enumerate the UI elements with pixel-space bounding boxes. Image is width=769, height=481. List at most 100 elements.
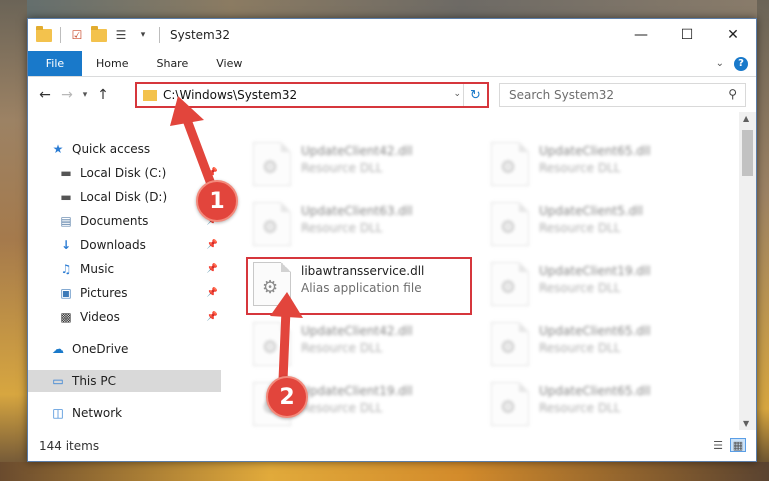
music-icon: ♫ [60, 262, 72, 276]
file-type: Resource DLL [301, 341, 383, 355]
item-count: 144 items [39, 438, 100, 453]
tiles-view-icon[interactable]: ▦ [730, 438, 746, 452]
file-explorer-window: ☑ ☰ ▾ System32 — ☐ ✕ File Home Share Vie… [27, 18, 757, 462]
sidebar-item-quick-access[interactable]: ★ Quick access [28, 138, 220, 160]
back-arrow-icon[interactable]: ← [34, 87, 56, 103]
sidebar-item-downloads[interactable]: ↓ Downloads 📌 [28, 234, 220, 256]
file-type: Resource DLL [539, 221, 621, 235]
up-arrow-icon[interactable]: ↑ [92, 87, 114, 103]
refresh-icon[interactable]: ↻ [463, 84, 487, 106]
pin-icon[interactable]: 📌 [207, 240, 218, 250]
sidebar-item-documents[interactable]: ▤ Documents 📌 [28, 210, 220, 232]
onedrive-icon: ☁ [52, 342, 64, 356]
tab-share[interactable]: Share [142, 51, 202, 76]
dll-file-icon: ⚙ [491, 142, 529, 186]
sidebar-item-local-disk-d[interactable]: ▬ Local Disk (D:) [28, 186, 220, 208]
tab-home[interactable]: Home [82, 51, 142, 76]
drive-icon: ▬ [60, 190, 72, 204]
sidebar-item-pictures[interactable]: ▣ Pictures 📌 [28, 282, 220, 304]
sidebar-item-label: Music [80, 262, 115, 276]
window-title: System32 [170, 28, 231, 42]
sidebar-item-label: OneDrive [72, 342, 129, 356]
scroll-thumb[interactable] [742, 130, 753, 176]
search-icon[interactable]: ⚲ [728, 87, 737, 101]
star-icon: ★ [52, 142, 64, 156]
expand-ribbon-icon[interactable]: ⌄ [716, 58, 724, 69]
dll-file-icon: ⚙ [491, 382, 529, 426]
file-item[interactable]: ⚙ UpdateClient42.dll Resource DLL [249, 140, 479, 190]
tab-view[interactable]: View [202, 51, 256, 76]
sidebar-item-videos[interactable]: ▩ Videos 📌 [28, 306, 220, 328]
file-name: UpdateClient42.dll [301, 324, 413, 338]
toolbar-dropdown-icon[interactable]: ▾ [135, 27, 151, 43]
scroll-down-icon[interactable]: ▼ [743, 419, 749, 428]
minimize-button[interactable]: — [618, 19, 664, 51]
file-name: UpdateClient65.dll [539, 384, 651, 398]
pin-icon[interactable]: 📌 [207, 264, 218, 274]
desktop-background-bottom [0, 462, 769, 481]
close-button[interactable]: ✕ [710, 19, 756, 51]
file-name: UpdateClient63.dll [301, 204, 413, 218]
search-input[interactable]: Search System32 ⚲ [499, 83, 746, 107]
toolbar-separator [60, 27, 61, 43]
file-item[interactable]: ⚙ UpdateClient65.dll Resource DLL [487, 140, 717, 190]
sidebar-item-this-pc[interactable]: ▭ This PC [28, 370, 221, 392]
maximize-button[interactable]: ☐ [664, 19, 710, 51]
ribbon-tabs: File Home Share View ⌄ ? [28, 51, 756, 77]
file-item[interactable]: ⚙ UpdateClient42.dll Resource DLL [249, 320, 479, 370]
sidebar-item-label: Downloads [80, 238, 146, 252]
file-item[interactable]: ⚙ UpdateClient63.dll Resource DLL [249, 200, 479, 250]
tab-file[interactable]: File [28, 51, 82, 76]
sidebar-item-local-disk-c[interactable]: ▬ Local Disk (C:) 📌 [28, 162, 220, 184]
file-item[interactable]: ⚙ UpdateClient19.dll Resource DLL [487, 260, 717, 310]
file-type: Resource DLL [301, 221, 383, 235]
sidebar-item-onedrive[interactable]: ☁ OneDrive [28, 338, 220, 360]
scroll-up-icon[interactable]: ▲ [743, 114, 749, 123]
address-dropdown-icon[interactable]: ⌄ [453, 89, 461, 99]
desktop-background-left [0, 0, 27, 481]
file-type: Resource DLL [539, 161, 621, 175]
dll-file-icon: ⚙ [253, 142, 291, 186]
desktop-background-top [0, 0, 769, 18]
file-item[interactable]: ⚙ UpdateClient5.dll Resource DLL [487, 200, 717, 250]
status-bar: 144 items ☰ ▦ [28, 430, 756, 461]
pin-icon[interactable]: 📌 [207, 288, 218, 298]
file-name: UpdateClient19.dll [539, 264, 651, 278]
folder-icon [36, 25, 52, 43]
new-folder-icon[interactable] [91, 25, 107, 43]
file-item[interactable]: ⚙ UpdateClient65.dll Resource DLL [487, 380, 717, 430]
sidebar-item-label: Videos [80, 310, 120, 324]
vertical-scrollbar[interactable]: ▲ ▼ [739, 112, 756, 430]
desktop-background-right [757, 0, 769, 481]
sidebar-item-label: Documents [80, 214, 149, 228]
documents-icon: ▤ [60, 214, 72, 228]
sidebar-item-label: Pictures [80, 286, 128, 300]
address-bar[interactable]: C:\Windows\System32 ⌄ ↻ [135, 82, 489, 108]
file-item[interactable]: ⚙ UpdateClient65.dll Resource DLL [487, 320, 717, 370]
recent-locations-icon[interactable]: ▾ [78, 90, 92, 100]
customize-toolbar-icon[interactable]: ☰ [113, 27, 129, 43]
file-type: Resource DLL [539, 401, 621, 415]
sidebar-item-network[interactable]: ◫ Network [28, 402, 220, 424]
file-name: UpdateClient19.dll [301, 384, 413, 398]
ribbon-right-controls: ⌄ ? [716, 51, 756, 76]
title-bar: ☑ ☰ ▾ System32 — ☐ ✕ [28, 19, 756, 51]
sidebar-item-label: This PC [72, 374, 116, 388]
details-view-icon[interactable]: ☰ [710, 438, 726, 452]
file-name: UpdateClient5.dll [539, 204, 643, 218]
dll-file-icon: ⚙ [491, 202, 529, 246]
pin-icon[interactable]: 📌 [207, 168, 218, 178]
address-path[interactable]: C:\Windows\System32 [163, 88, 297, 102]
file-type: Resource DLL [301, 401, 383, 415]
help-icon[interactable]: ? [734, 56, 748, 71]
step-1-badge: 1 [196, 180, 238, 222]
sidebar-item-label: Local Disk (C:) [80, 166, 167, 180]
pin-icon[interactable]: 📌 [207, 312, 218, 322]
forward-arrow-icon[interactable]: → [56, 87, 78, 103]
dll-file-icon: ⚙ [253, 202, 291, 246]
sidebar-item-label: Quick access [72, 142, 151, 156]
quick-access-toolbar: ☑ ☰ ▾ [28, 25, 162, 43]
pc-icon: ▭ [52, 374, 64, 388]
properties-icon[interactable]: ☑ [69, 27, 85, 43]
sidebar-item-music[interactable]: ♫ Music 📌 [28, 258, 220, 280]
